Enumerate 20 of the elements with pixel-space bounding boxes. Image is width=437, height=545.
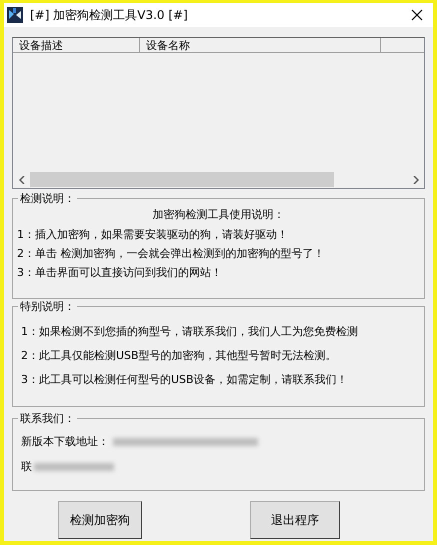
exit-button[interactable]: 退出程序 [250, 501, 340, 539]
column-header[interactable]: 设备名称 [140, 38, 381, 53]
note-text: 1：如果检测不到您插的狗型号，请联系我们，我们人工为您免费检测 [21, 324, 359, 340]
group-title: 检测说明： [18, 191, 77, 206]
close-icon[interactable] [411, 9, 423, 21]
instruction-text: 3：单击界面可以直接访问到我们的网站！ [17, 265, 223, 281]
column-header[interactable]: 设备描述 [13, 38, 140, 53]
instruction-text: 2：单击 检测加密狗，一会就会弹出检测到的加密狗的型号了！ [17, 246, 326, 262]
note-text: 2：此工具仅能检测USB型号的加密狗，其他型号暂时无法检测。 [21, 348, 338, 364]
contact-label: 新版本下载地址： [21, 434, 109, 449]
detect-button[interactable]: 检测加密狗 [58, 501, 142, 539]
instruction-text: 1：插入加密狗，如果需要安装驱动的狗，请装好驱动！ [17, 227, 289, 243]
window-title: [#] 加密狗检测工具V3.0 [#] [30, 6, 189, 24]
group-title: 联系我们： [18, 411, 77, 426]
instructions-heading: 加密狗检测工具使用说明： [152, 207, 286, 223]
app-icon [7, 7, 23, 23]
contact-label: 联 [21, 459, 32, 474]
scroll-thumb[interactable] [30, 172, 334, 187]
group-title: 特别说明： [18, 299, 77, 314]
note-text: 3：此工具可以检测任何型号的USB设备，如需定制，请联系我们！ [21, 372, 349, 388]
